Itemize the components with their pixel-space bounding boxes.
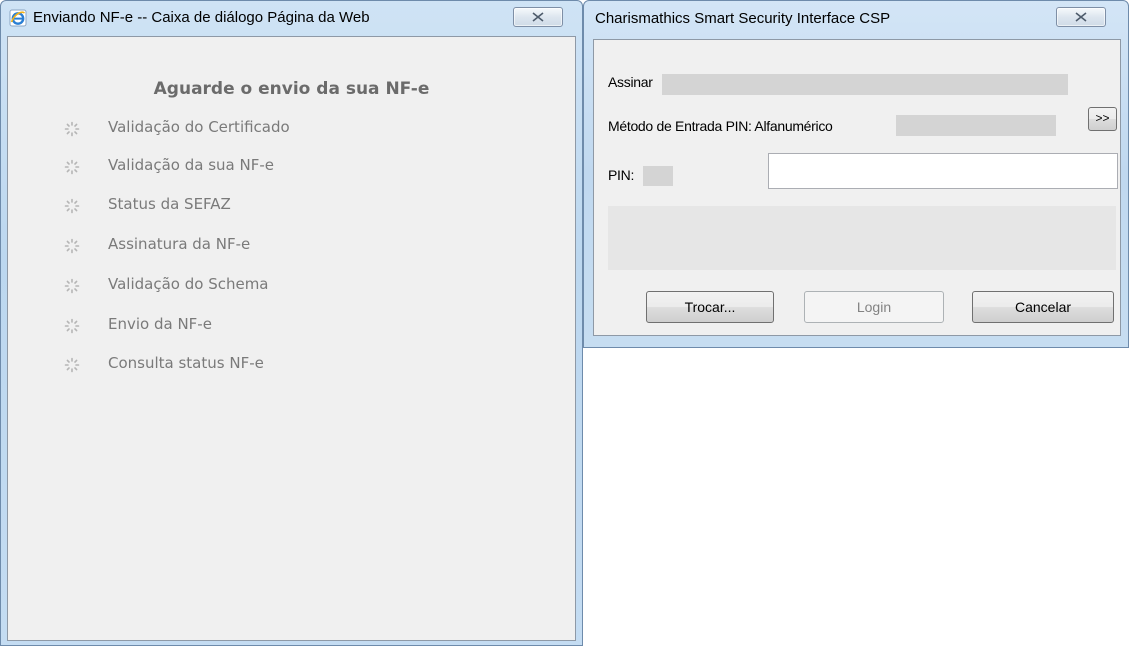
loading-spinner-icon xyxy=(64,238,80,254)
expand-button[interactable]: >> xyxy=(1088,107,1117,131)
redacted-pin-label-detail xyxy=(643,166,673,186)
step-label: Envio da NF-e xyxy=(108,315,212,333)
loading-spinner-icon xyxy=(64,121,80,137)
close-icon xyxy=(1075,12,1087,22)
change-button[interactable]: Trocar... xyxy=(646,291,774,323)
pin-label: PIN: xyxy=(608,167,635,183)
csp-login-dialog: Charismathics Smart Security Interface C… xyxy=(583,0,1129,348)
close-icon xyxy=(532,12,544,22)
close-button[interactable] xyxy=(1056,7,1106,27)
step-label: Validação do Certificado xyxy=(108,118,290,136)
loading-spinner-icon xyxy=(64,357,80,373)
dialog-content: Aguarde o envio da sua NF-e Validação do… xyxy=(7,36,576,641)
step-label: Status da SEFAZ xyxy=(108,195,231,213)
dialog-content: Assinar Método de Entrada PIN: Alfanumér… xyxy=(593,39,1121,336)
pin-input[interactable] xyxy=(768,153,1118,189)
redacted-pin-method-detail xyxy=(896,115,1056,136)
loading-spinner-icon xyxy=(64,198,80,214)
wait-heading: Aguarde o envio da sua NF-e xyxy=(153,79,430,99)
title-bar[interactable]: Enviando NF-e -- Caixa de diálogo Página… xyxy=(1,1,582,33)
dialog-title: Enviando NF-e -- Caixa de diálogo Página… xyxy=(33,9,370,26)
step-label: Consulta status NF-e xyxy=(108,354,264,372)
redacted-certificate-name xyxy=(662,74,1068,95)
sending-nfe-dialog: Enviando NF-e -- Caixa de diálogo Página… xyxy=(0,0,583,646)
step-label: Validação do Schema xyxy=(108,275,269,293)
login-button[interactable]: Login xyxy=(804,291,944,323)
internet-explorer-icon xyxy=(9,9,27,27)
loading-spinner-icon xyxy=(64,159,80,175)
pin-method-label: Método de Entrada PIN: Alfanumérico xyxy=(608,118,833,134)
cancel-button[interactable]: Cancelar xyxy=(972,291,1114,323)
step-label: Validação da sua NF-e xyxy=(108,156,274,174)
sign-label: Assinar xyxy=(608,74,653,90)
step-label: Assinatura da NF-e xyxy=(108,235,251,253)
dialog-title: Charismathics Smart Security Interface C… xyxy=(595,10,891,27)
close-button[interactable] xyxy=(513,7,563,27)
loading-spinner-icon xyxy=(64,278,80,294)
loading-spinner-icon xyxy=(64,318,80,334)
message-area xyxy=(608,206,1116,270)
